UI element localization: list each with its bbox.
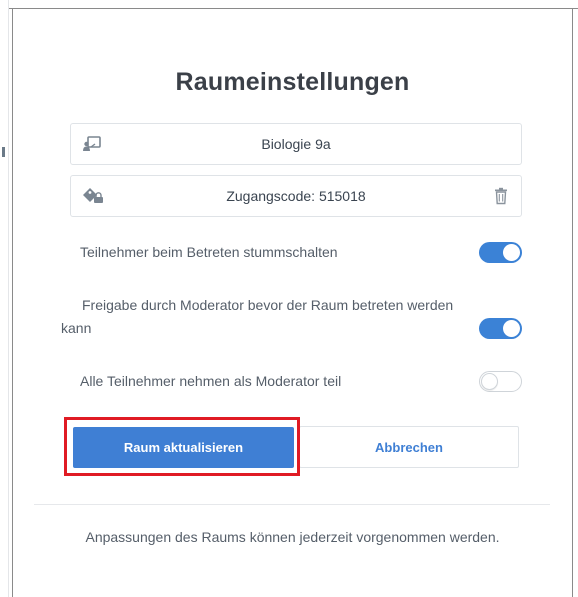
trash-icon[interactable] [493, 187, 509, 205]
modal-border-right [572, 9, 578, 597]
mute-on-join-label: Teilnehmer beim Betreten stummschalten [80, 244, 338, 260]
toggle-knob [481, 373, 498, 390]
mute-on-join-toggle[interactable] [479, 242, 522, 263]
dialog-title: Raumeinstellungen [175, 68, 410, 96]
modal-border-top [9, 0, 578, 9]
moderator-approval-label-line2: kann [61, 320, 92, 336]
footer-note: Anpassungen des Raums können jederzeit v… [85, 529, 500, 545]
all-moderators-row: Alle Teilnehmer nehmen als Moderator tei… [70, 370, 522, 393]
room-name-value: Biologie 9a [261, 136, 331, 152]
room-settings-dialog: Raumeinstellungen Biologie 9a Zugangscod… [13, 10, 572, 597]
moderator-approval-label-line1: Freigabe durch Moderator bevor der Raum … [82, 297, 454, 313]
toggle-knob [503, 320, 520, 337]
toggle-knob [503, 244, 520, 261]
access-code-value: Zugangscode: 515018 [226, 188, 366, 204]
footer-divider [34, 504, 550, 505]
key-code-icon [82, 187, 103, 205]
background-fragment [2, 147, 5, 157]
background-left-edge [0, 0, 9, 597]
cancel-button[interactable]: Abbrechen [299, 426, 519, 468]
presentation-screen-icon [82, 135, 102, 153]
all-moderators-toggle[interactable] [479, 371, 522, 392]
moderator-approval-toggle[interactable] [479, 318, 522, 339]
all-moderators-label: Alle Teilnehmer nehmen als Moderator tei… [80, 373, 342, 389]
update-room-button[interactable]: Raum aktualisieren [73, 427, 294, 468]
moderator-approval-row: Freigabe durch Moderator bevor der Raum … [61, 294, 522, 344]
mute-on-join-row: Teilnehmer beim Betreten stummschalten [70, 241, 522, 264]
access-code-field[interactable]: Zugangscode: 515018 [70, 175, 522, 217]
room-name-field[interactable]: Biologie 9a [70, 123, 522, 165]
screen: Raumeinstellungen Biologie 9a Zugangscod… [0, 0, 578, 597]
